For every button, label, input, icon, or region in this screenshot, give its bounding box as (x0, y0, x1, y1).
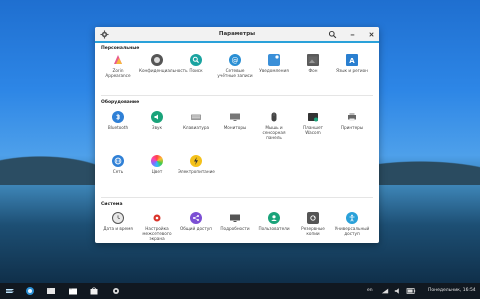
users-icon (268, 212, 280, 224)
item-network[interactable]: Сеть (100, 155, 136, 174)
item-backup[interactable]: Резервные копии (295, 212, 331, 236)
mouse-icon (268, 111, 280, 123)
software-icon[interactable] (89, 286, 99, 296)
item-notifications[interactable]: Уведомления (256, 54, 292, 73)
sound-icon (151, 111, 163, 123)
item-online-accounts[interactable]: @ Сетевые учётные записи (217, 54, 253, 78)
firewall-icon (151, 212, 163, 224)
item-bluetooth[interactable]: Bluetooth (100, 111, 136, 130)
item-printers[interactable]: Принтеры (334, 111, 370, 130)
item-monitors[interactable]: Мониторы (217, 111, 253, 130)
monitor-icon (229, 111, 241, 123)
item-power[interactable]: Электропитание (178, 155, 215, 174)
svg-text:@: @ (232, 56, 239, 64)
sharing-icon (190, 212, 202, 224)
close-button[interactable] (367, 30, 376, 39)
item-mouse[interactable]: Мышь и сенсорная панель (256, 111, 292, 140)
item-zorin-appearance[interactable]: Zorin Appearance (100, 54, 136, 78)
notifications-icon (268, 54, 280, 66)
settings-taskbar-icon[interactable] (111, 286, 121, 296)
item-wacom[interactable]: Планшет Wacom (295, 111, 331, 135)
zorin-appearance-icon (112, 54, 124, 66)
item-sharing[interactable]: Общий доступ (178, 212, 214, 231)
volume-icon[interactable] (394, 287, 402, 295)
item-keyboard[interactable]: Клавиатура (178, 111, 214, 130)
item-users[interactable]: Пользователи (256, 212, 292, 231)
minimize-button[interactable] (348, 30, 357, 39)
files-icon[interactable] (46, 286, 56, 296)
section-personal-title: Персональные (101, 46, 140, 51)
section-system-title: Система (101, 202, 123, 207)
taskbar: en Понедельник, 16:54 (0, 283, 480, 299)
language-icon: A (346, 54, 358, 66)
clock[interactable]: Понедельник, 16:54 (428, 288, 476, 293)
search-icon (190, 54, 202, 66)
item-sound[interactable]: Звук (139, 111, 175, 130)
network-status-icon[interactable] (381, 287, 389, 295)
online-accounts-icon: @ (229, 54, 241, 66)
settings-window: Параметры Персональные Zorin Appearance … (95, 27, 379, 243)
titlebar-accent (95, 41, 379, 43)
browser-icon[interactable] (25, 286, 35, 296)
item-language[interactable]: A Язык и регион (334, 54, 370, 73)
section-separator (101, 197, 373, 198)
bluetooth-icon (112, 111, 124, 123)
backup-icon (307, 212, 319, 224)
details-icon (229, 212, 241, 224)
item-date-time[interactable]: Дата и время (100, 212, 136, 231)
item-accessibility[interactable]: Универсальный доступ (334, 212, 370, 236)
item-color[interactable]: Цвет (139, 155, 175, 174)
folder-icon[interactable] (68, 286, 78, 296)
privacy-icon (151, 54, 163, 66)
item-privacy[interactable]: Конфиденциальность (139, 54, 188, 73)
network-icon (112, 155, 124, 167)
clock-icon (112, 212, 124, 224)
svg-text:A: A (349, 57, 355, 65)
accessibility-icon (346, 212, 358, 224)
item-background[interactable]: Фон (295, 54, 331, 73)
search-icon[interactable] (328, 30, 337, 39)
tablet-icon (307, 111, 319, 123)
item-firewall[interactable]: Настройка межсетевого экрана (139, 212, 175, 241)
section-hardware-title: Оборудование (101, 100, 140, 105)
section-separator (101, 95, 373, 96)
keyboard-icon (190, 111, 202, 123)
zorin-menu-icon[interactable] (5, 286, 15, 296)
battery-icon[interactable] (406, 287, 416, 295)
background-icon (307, 54, 319, 66)
color-icon (151, 155, 163, 167)
keyboard-layout[interactable]: en (367, 288, 373, 293)
titlebar: Параметры (95, 27, 379, 43)
item-details[interactable]: Подробности (217, 212, 253, 231)
power-icon (190, 155, 202, 167)
item-search[interactable]: Поиск (178, 54, 214, 73)
printer-icon (346, 111, 358, 123)
